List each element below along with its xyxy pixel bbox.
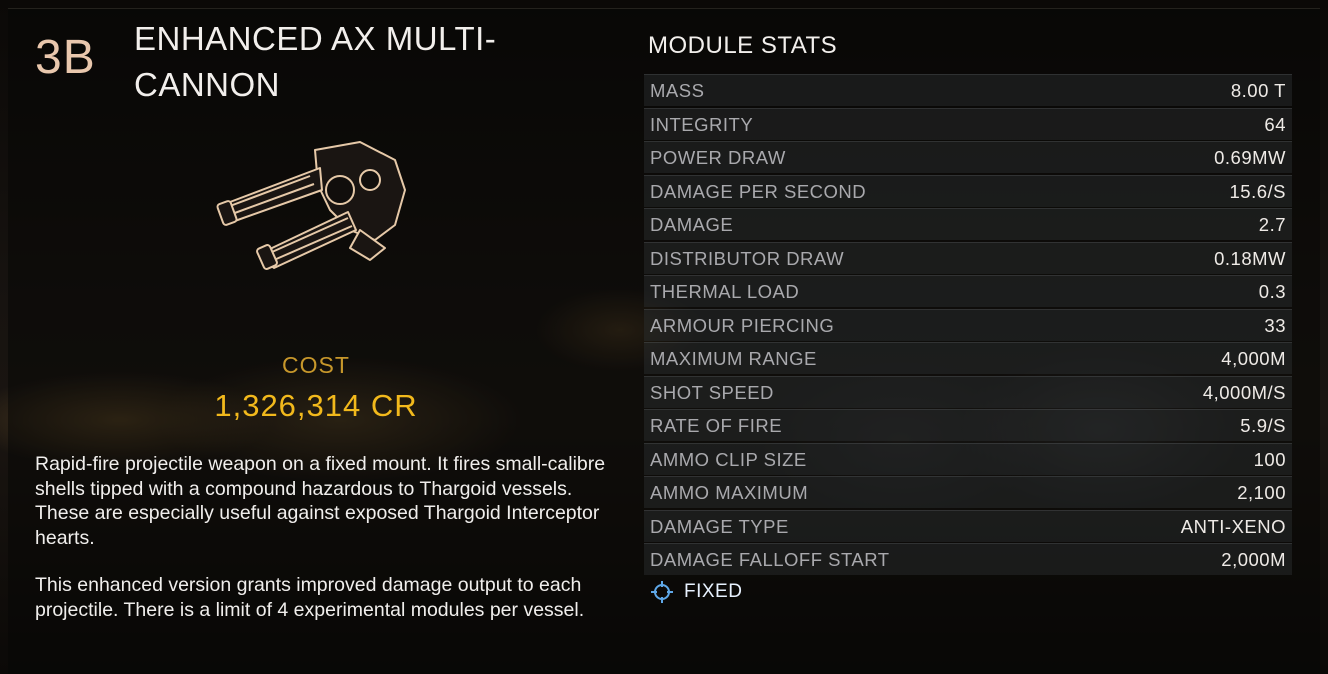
stat-value: 33 (1264, 314, 1286, 336)
stat-row-dps: DAMAGE PER SECOND 15.6/S (644, 174, 1292, 207)
stat-value: ANTI-XENO (1180, 515, 1286, 537)
stat-row-ammo-maximum: AMMO MAXIMUM 2,100 (644, 476, 1292, 508)
stat-label: ARMOUR PIERCING (650, 314, 835, 336)
stat-row-power-draw: POWER DRAW 0.69MW (644, 141, 1292, 173)
stat-value: 5.9/S (1240, 415, 1286, 436)
stat-value: 8.00 T (1230, 80, 1286, 101)
stat-label: POWER DRAW (650, 147, 786, 168)
stat-label: SHOT SPEED (650, 381, 774, 403)
module-description-experimental: This enhanced version grants improved da… (35, 574, 585, 621)
stat-row-rate-of-fire: RATE OF FIRE 5.9/S (644, 409, 1292, 441)
stat-label: DAMAGE (650, 214, 734, 235)
stat-row-thermal-load: THERMAL LOAD 0.3 (644, 275, 1292, 307)
multi-cannon-icon (216, 141, 406, 270)
module-description: Rapid-fire projectile weapon on a fixed … (35, 453, 606, 549)
stat-label: AMMO MAXIMUM (650, 482, 809, 503)
stat-row-damage: DAMAGE 2.7 (644, 208, 1292, 240)
mount-type-label: FIXED (684, 581, 743, 602)
stat-row-distributor-draw: DISTRIBUTOR DRAW 0.18MW (644, 241, 1292, 274)
stat-label: DAMAGE TYPE (650, 515, 789, 537)
module-stats-title: MODULE STATS (648, 32, 838, 59)
module-title: ENHANCED AX MULTI-CANNON (134, 20, 497, 103)
stat-value: 100 (1253, 448, 1286, 470)
stat-label: MASS (650, 80, 705, 101)
stat-row-armour-piercing: ARMOUR PIERCING 33 (644, 308, 1292, 341)
module-grade: 3B (35, 31, 96, 84)
stat-row-integrity: INTEGRITY 64 (644, 107, 1292, 140)
stat-value: 4,000M (1221, 348, 1286, 369)
stat-value: 0.3 (1258, 281, 1286, 302)
stat-row-maximum-range: MAXIMUM RANGE 4,000M (644, 342, 1292, 374)
stat-value: 0.69MW (1214, 147, 1286, 168)
stat-label: DAMAGE PER SECOND (650, 180, 867, 202)
stat-row-damage-falloff-start: DAMAGE FALLOFF START 2,000M (644, 543, 1292, 575)
stat-value: 4,000M/S (1202, 381, 1286, 403)
stat-label: RATE OF FIRE (650, 415, 783, 436)
stat-value: 2.7 (1258, 214, 1286, 235)
stat-value: 64 (1264, 113, 1286, 135)
mount-type: FIXED (650, 580, 742, 604)
stat-row-damage-type: DAMAGE TYPE ANTI-XENO (644, 509, 1292, 542)
stat-label: MAXIMUM RANGE (650, 348, 817, 369)
stat-label: THERMAL LOAD (650, 281, 800, 302)
stat-label: DAMAGE FALLOFF START (650, 549, 890, 570)
stat-value: 2,000M (1221, 549, 1286, 570)
module-stats-table: MASS 8.00 T INTEGRITY 64 POWER DRAW 0.69MW … (644, 74, 1292, 577)
stat-row-shot-speed: SHOT SPEED 4,000M/S (644, 375, 1292, 408)
cost-label: COST (282, 352, 350, 378)
stat-label: DISTRIBUTOR DRAW (650, 247, 845, 269)
stat-value: 15.6/S (1229, 180, 1286, 202)
stat-value: 2,100 (1237, 482, 1286, 503)
stat-value: 0.18MW (1214, 247, 1286, 269)
stat-row-ammo-clip-size: AMMO CLIP SIZE 100 (644, 442, 1292, 475)
stat-row-mass: MASS 8.00 T (644, 74, 1292, 106)
stat-label: AMMO CLIP SIZE (650, 448, 807, 470)
crosshair-icon (651, 581, 673, 603)
cost-value: 1,326,314 CR (214, 388, 418, 423)
stat-label: INTEGRITY (650, 113, 754, 135)
